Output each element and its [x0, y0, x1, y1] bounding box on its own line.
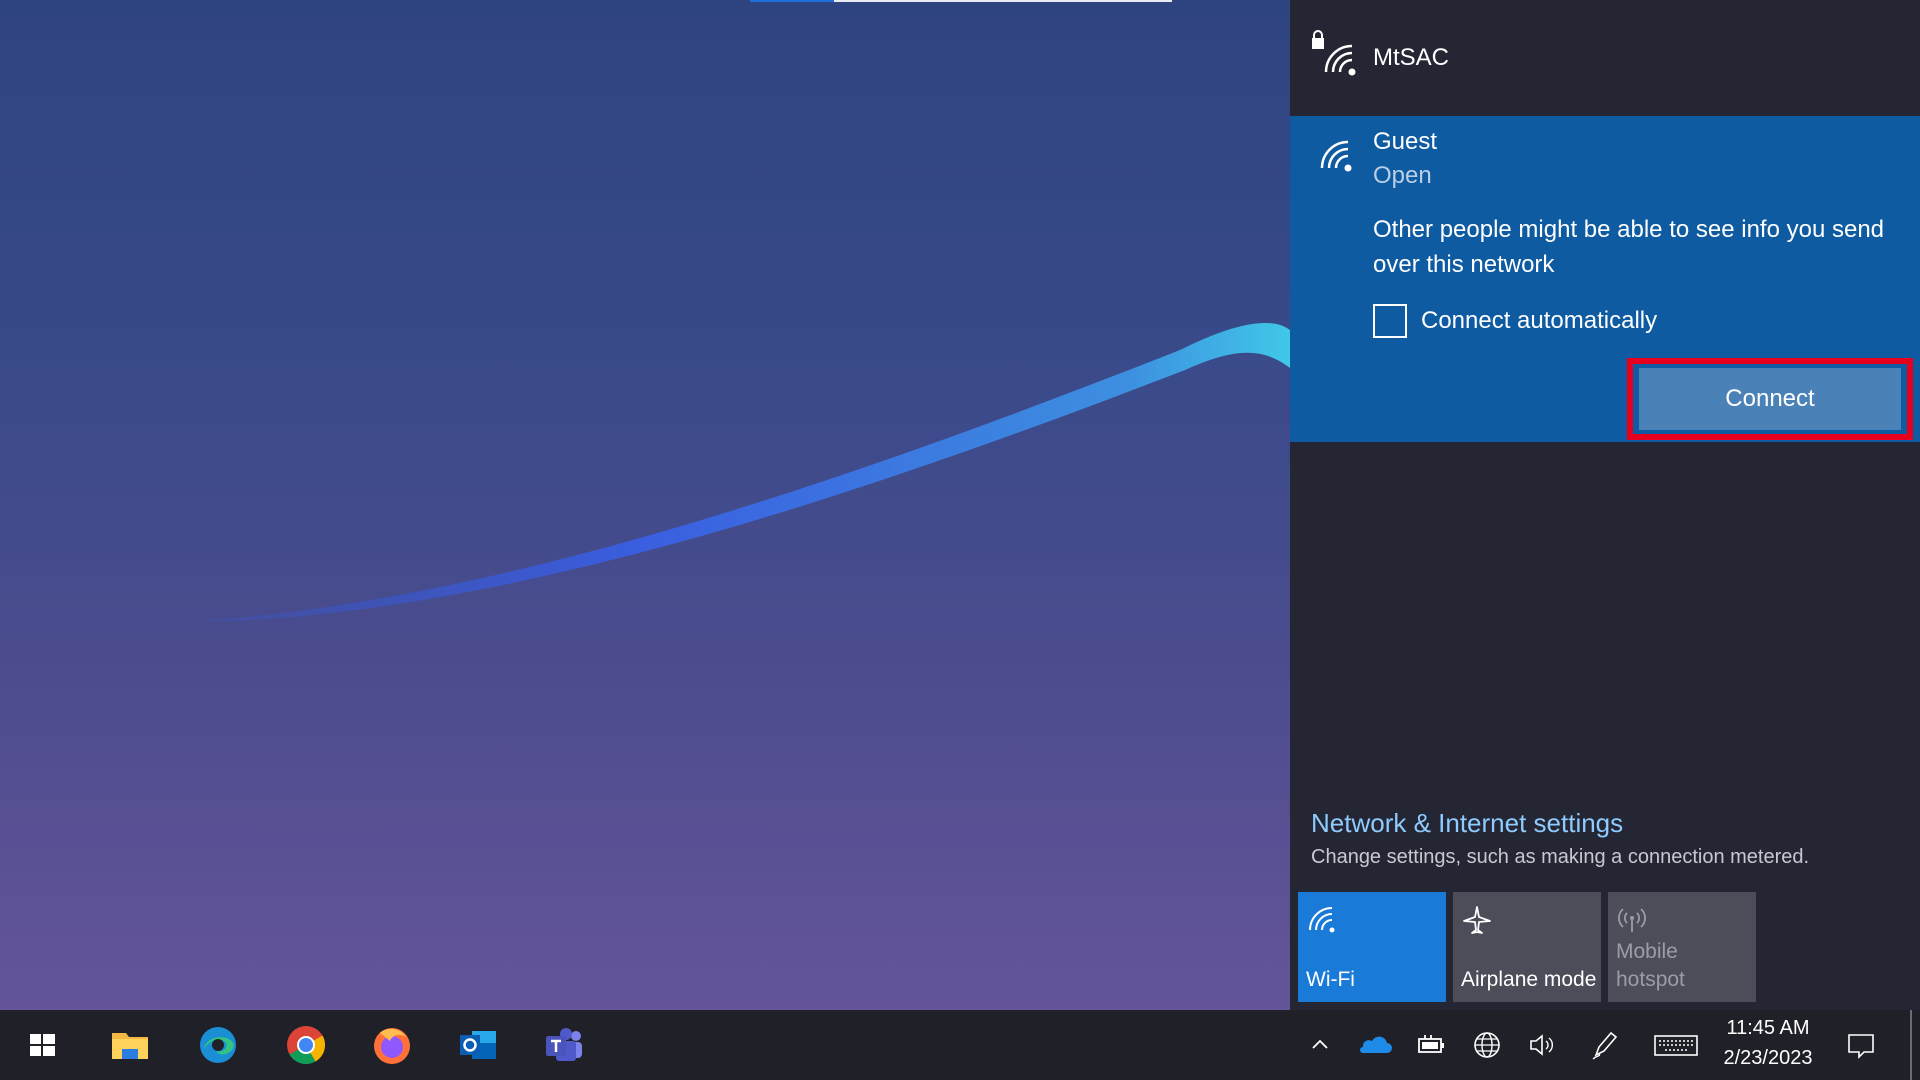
system-clock[interactable]: 11:45 AM 2/23/2023 [1700, 1010, 1836, 1080]
connect-button[interactable]: Connect [1639, 368, 1901, 430]
onedrive-icon[interactable] [1357, 1027, 1393, 1063]
mobile-hotspot-tile[interactable]: Mobile hotspot [1608, 892, 1756, 1002]
clock-time: 11:45 AM [1726, 1017, 1810, 1039]
action-center-icon[interactable] [1843, 1027, 1879, 1063]
airplane-mode-tile[interactable]: Airplane mode [1453, 892, 1601, 1002]
quick-action-label: Mobile hotspot [1616, 940, 1685, 991]
airplane-icon [1463, 906, 1491, 934]
hotspot-icon [1618, 908, 1646, 932]
desktop-background [0, 0, 1290, 1010]
clock-date: 2/23/2023 [1723, 1047, 1813, 1069]
network-name: Guest [1373, 128, 1438, 155]
volume-icon[interactable] [1524, 1027, 1560, 1063]
taskbar-app-edge[interactable] [188, 1010, 248, 1080]
connect-automatically-checkbox[interactable]: Connect automatically [1373, 304, 1657, 338]
quick-action-label: Wi-Fi [1306, 968, 1355, 991]
pen-icon[interactable] [1587, 1027, 1623, 1063]
checkbox-box[interactable] [1373, 304, 1407, 338]
quick-action-label: Airplane mode [1461, 968, 1597, 991]
touch-keyboard-icon[interactable] [1653, 1027, 1699, 1063]
network-settings-link[interactable]: Network & Internet settings [1311, 808, 1623, 839]
taskbar-app-chrome[interactable] [276, 1010, 336, 1080]
network-status: Open [1373, 162, 1432, 189]
wifi-open-icon [1320, 140, 1352, 172]
network-item-guest[interactable]: Guest Open Other people might be able to… [1290, 116, 1920, 442]
firefox-icon [374, 1028, 410, 1064]
start-icon [30, 1034, 55, 1056]
network-flyout: MtSAC Guest Open Other people might be a… [1290, 0, 1920, 1010]
wifi-secured-icon [1324, 44, 1356, 76]
file-explorer-icon [112, 1033, 148, 1059]
taskbar-app-firefox[interactable] [362, 1010, 422, 1080]
network-item-mtsac[interactable]: MtSAC [1290, 0, 1920, 116]
network-settings-description: Change settings, such as making a connec… [1311, 846, 1810, 868]
start-button[interactable] [12, 1010, 72, 1080]
show-hidden-icons-icon[interactable] [1302, 1027, 1338, 1063]
checkbox-label[interactable]: Connect automatically [1421, 307, 1657, 335]
wallpaper-swoosh [205, 322, 1290, 622]
taskbar: 11:45 AM 2/23/2023 [0, 1010, 1920, 1080]
wifi-toggle-tile[interactable]: Wi-Fi [1298, 892, 1446, 1002]
teams-icon [546, 1028, 582, 1061]
network-globe-icon[interactable] [1469, 1027, 1505, 1063]
taskbar-app-outlook[interactable] [448, 1010, 508, 1080]
wifi-icon [1309, 907, 1335, 933]
battery-icon[interactable] [1413, 1027, 1449, 1063]
taskbar-app-teams[interactable] [534, 1010, 594, 1080]
network-name: MtSAC [1373, 44, 1450, 71]
security-warning: Other people might be able to see info y… [1373, 216, 1885, 278]
edge-icon [200, 1027, 236, 1063]
chrome-icon [287, 1026, 326, 1065]
outlook-icon [460, 1031, 496, 1059]
taskbar-app-file-explorer[interactable] [100, 1010, 160, 1080]
show-desktop-button[interactable] [1910, 1010, 1912, 1080]
